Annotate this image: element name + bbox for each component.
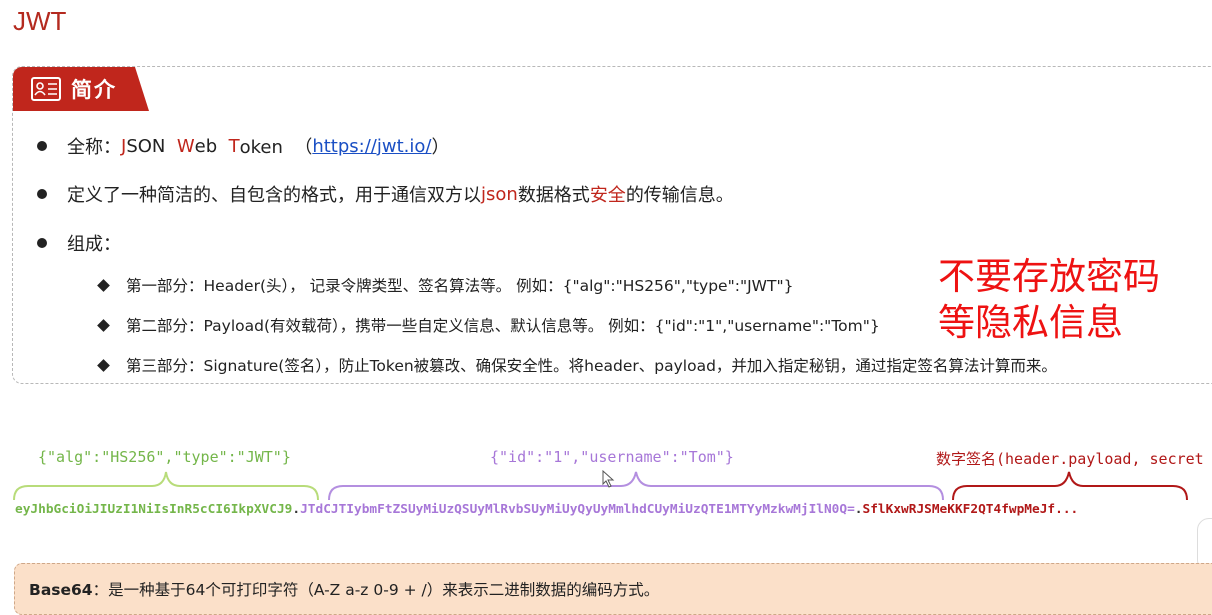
base64-definition: ：是一种基于64个可打印字符（A-Z a-z 0-9 + /）来表示二进制数据的…	[92, 581, 660, 599]
definition-middle: 数据格式	[517, 185, 590, 206]
header-brace	[13, 471, 319, 501]
base64-text: Base64：是一种基于64个可打印字符（A-Z a-z 0-9 + /）来表示…	[29, 578, 659, 600]
payload-json-label: {"id":"1","username":"Tom"}	[490, 448, 734, 466]
page-title: JWT	[13, 6, 67, 36]
diamond-bullet	[97, 318, 110, 332]
composition-label: 组成：	[67, 234, 121, 255]
definition-before: 定义了一种简洁的、自包含的格式，用于通信双方以	[67, 185, 481, 206]
bullet-definition: 定义了一种简洁的、自包含的格式，用于通信双方以 json 数据格式 安全 的传输…	[37, 181, 734, 207]
sub-item-payload: 第二部分：Payload(有效载荷），携带一些自定义信息、默认信息等。 例如：{…	[97, 314, 880, 336]
sub-item-text: 第二部分：Payload(有效载荷），携带一些自定义信息、默认信息等。 例如：{…	[126, 317, 880, 335]
privacy-note-line2: 等隐私信息	[938, 301, 1123, 344]
definition-after: 的传输信息。	[625, 185, 734, 206]
bullet-full-name: 全称： J SON W eb T oken （ https://jwt.io/ …	[37, 133, 449, 159]
token-dot: .	[854, 502, 863, 517]
intro-tab-label: 简介	[71, 78, 117, 102]
privacy-note-line1: 不要存放密码	[938, 255, 1160, 298]
sub-item-text: 第一部分：Header(头）， 记录令牌类型、签名算法等。 例如：{"alg":…	[126, 277, 794, 295]
token-header-part: eyJhbGciOiJIUzI1NiIsInR5cCI6IkpXVCJ9	[15, 502, 293, 517]
jwt-token: eyJhbGciOiJIUzI1NiIsInR5cCI6IkpXVCJ9.JTd…	[15, 502, 1078, 517]
bullet-composition: 组成：	[37, 230, 121, 256]
payload-brace	[328, 471, 944, 501]
signature-label: 数字签名(header.payload, secret	[936, 450, 1204, 468]
definition-safe: 安全	[589, 185, 626, 206]
diamond-bullet	[97, 358, 110, 372]
bullet-dot	[37, 141, 47, 151]
definition-json: json	[481, 183, 518, 205]
sub-item-text: 第三部分：Signature(签名），防止Token被篡改、确保安全性。将hea…	[126, 357, 1057, 375]
full-name-son: SON	[126, 135, 177, 157]
bullet-dot	[37, 189, 47, 199]
full-name-suffix: ）	[431, 137, 450, 158]
token-payload-part: JTdCJTIybmFtZSUyMiUzQSUyMlRvbSUyMiUyQyUy…	[300, 502, 855, 517]
full-name-eb: eb	[194, 135, 229, 157]
full-name-oken: oken （	[239, 137, 313, 158]
full-name-w: W	[176, 135, 195, 157]
intro-tab: 简介	[13, 67, 149, 111]
diamond-bullet	[97, 278, 110, 292]
signature-brace	[952, 471, 1188, 501]
token-signature-part: SflKxwRJSMeKKF2QT4fwpMeJf...	[862, 502, 1079, 517]
mouse-cursor-icon	[602, 470, 615, 488]
sub-item-header: 第一部分：Header(头）， 记录令牌类型、签名算法等。 例如：{"alg":…	[97, 274, 794, 296]
full-name-prefix: 全称：	[67, 137, 121, 158]
full-name-t: T	[228, 135, 240, 157]
base64-term: Base64	[29, 581, 93, 599]
bullet-dot	[37, 238, 47, 248]
jwt-link[interactable]: https://jwt.io/	[312, 136, 431, 157]
sub-item-signature: 第三部分：Signature(签名），防止Token被篡改、确保安全性。将hea…	[97, 354, 1057, 376]
token-dot: .	[292, 502, 301, 517]
privacy-note: 不要存放密码 等隐私信息	[938, 254, 1160, 346]
base64-note: Base64：是一种基于64个可打印字符（A-Z a-z 0-9 + /）来表示…	[14, 563, 1212, 615]
id-card-icon	[31, 77, 61, 101]
header-json-label: {"alg":"HS256","type":"JWT"}	[38, 448, 291, 466]
